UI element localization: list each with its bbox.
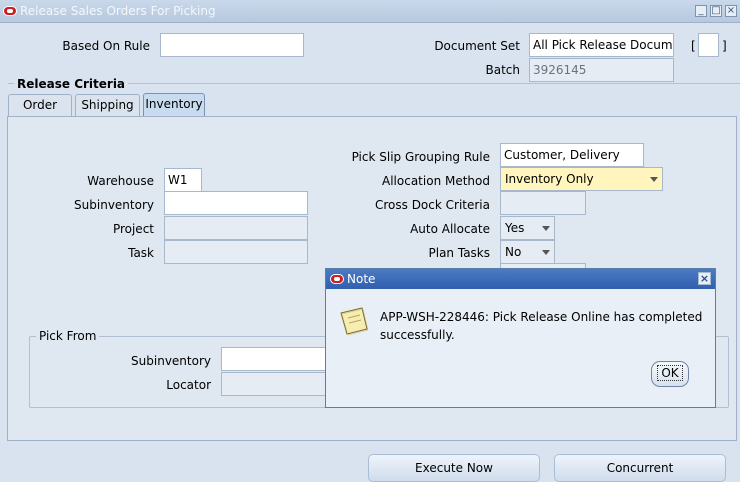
ok-button[interactable]: OK [651, 361, 689, 387]
cross-dock-criteria-label: Cross Dock Criteria [374, 198, 490, 212]
release-criteria-title: Release Criteria [14, 77, 129, 91]
project-input[interactable] [164, 216, 308, 240]
pick-slip-grouping-label: Pick Slip Grouping Rule [351, 150, 490, 164]
note-message-line1: APP-WSH-228446: Pick Release Online has … [380, 310, 703, 324]
allocation-method-label: Allocation Method [382, 174, 490, 188]
batch-input[interactable]: 3926145 [529, 58, 674, 82]
pick-from-locator-input[interactable] [221, 372, 341, 396]
close-icon[interactable]: × [725, 5, 737, 17]
auto-allocate-select[interactable]: Yes [500, 216, 555, 240]
note-dialog-title: Note [347, 272, 376, 286]
pick-slip-grouping-input[interactable]: Customer, Delivery [500, 143, 644, 167]
document-set-label: Document Set [434, 39, 520, 53]
chevron-down-icon [650, 177, 658, 182]
task-label: Task [128, 246, 154, 260]
minimize-icon[interactable]: _ [695, 5, 707, 17]
task-input[interactable] [164, 240, 308, 264]
note-message-line2: successfully. [380, 328, 455, 342]
window-title: Release Sales Orders For Picking [20, 4, 216, 18]
bracket-left: [ [691, 39, 696, 53]
close-icon[interactable]: × [698, 272, 711, 285]
oracle-logo-icon [3, 6, 17, 16]
document-set-input[interactable]: All Pick Release Docum [529, 33, 674, 57]
window-title-bar: Release Sales Orders For Picking _ □ × [0, 0, 740, 23]
note-icon [340, 307, 369, 336]
pick-from-subinventory-label: Subinventory [131, 354, 211, 368]
ok-button-label: OK [657, 365, 683, 381]
allocation-method-value: Inventory Only [505, 172, 594, 186]
execute-now-button[interactable]: Execute Now [368, 454, 540, 482]
subinventory-label: Subinventory [74, 198, 154, 212]
flexfield-input[interactable] [698, 33, 719, 57]
based-on-rule-label: Based On Rule [62, 39, 150, 53]
tab-inventory[interactable]: Inventory [143, 93, 205, 117]
oracle-logo-icon [330, 274, 344, 284]
warehouse-label: Warehouse [87, 174, 154, 188]
tab-shipping[interactable]: Shipping [75, 94, 140, 116]
based-on-rule-input[interactable] [160, 33, 304, 57]
plan-tasks-value: No [505, 245, 522, 259]
bracket-right: ] [722, 39, 727, 53]
pick-from-title: Pick From [36, 329, 100, 343]
pick-from-locator-label: Locator [166, 378, 211, 392]
allocation-method-select[interactable]: Inventory Only [500, 167, 663, 191]
batch-label: Batch [485, 63, 521, 77]
auto-allocate-value: Yes [505, 221, 525, 235]
concurrent-button[interactable]: Concurrent [554, 454, 726, 482]
subinventory-input[interactable] [164, 191, 308, 215]
auto-allocate-label: Auto Allocate [410, 222, 490, 236]
note-dialog-title-bar: Note × [326, 269, 715, 289]
maximize-icon[interactable]: □ [710, 5, 722, 17]
chevron-down-icon [542, 226, 550, 231]
pick-from-subinventory-input[interactable] [221, 347, 341, 371]
project-label: Project [112, 222, 154, 236]
note-dialog: Note × APP-WSH-228446: Pick Release Onli… [325, 268, 716, 408]
chevron-down-icon [542, 250, 550, 255]
warehouse-input[interactable]: W1 [164, 168, 202, 192]
cross-dock-criteria-input[interactable] [500, 191, 586, 215]
plan-tasks-select[interactable]: No [500, 240, 555, 264]
plan-tasks-label: Plan Tasks [428, 246, 491, 260]
tab-order[interactable]: Order [8, 94, 72, 116]
